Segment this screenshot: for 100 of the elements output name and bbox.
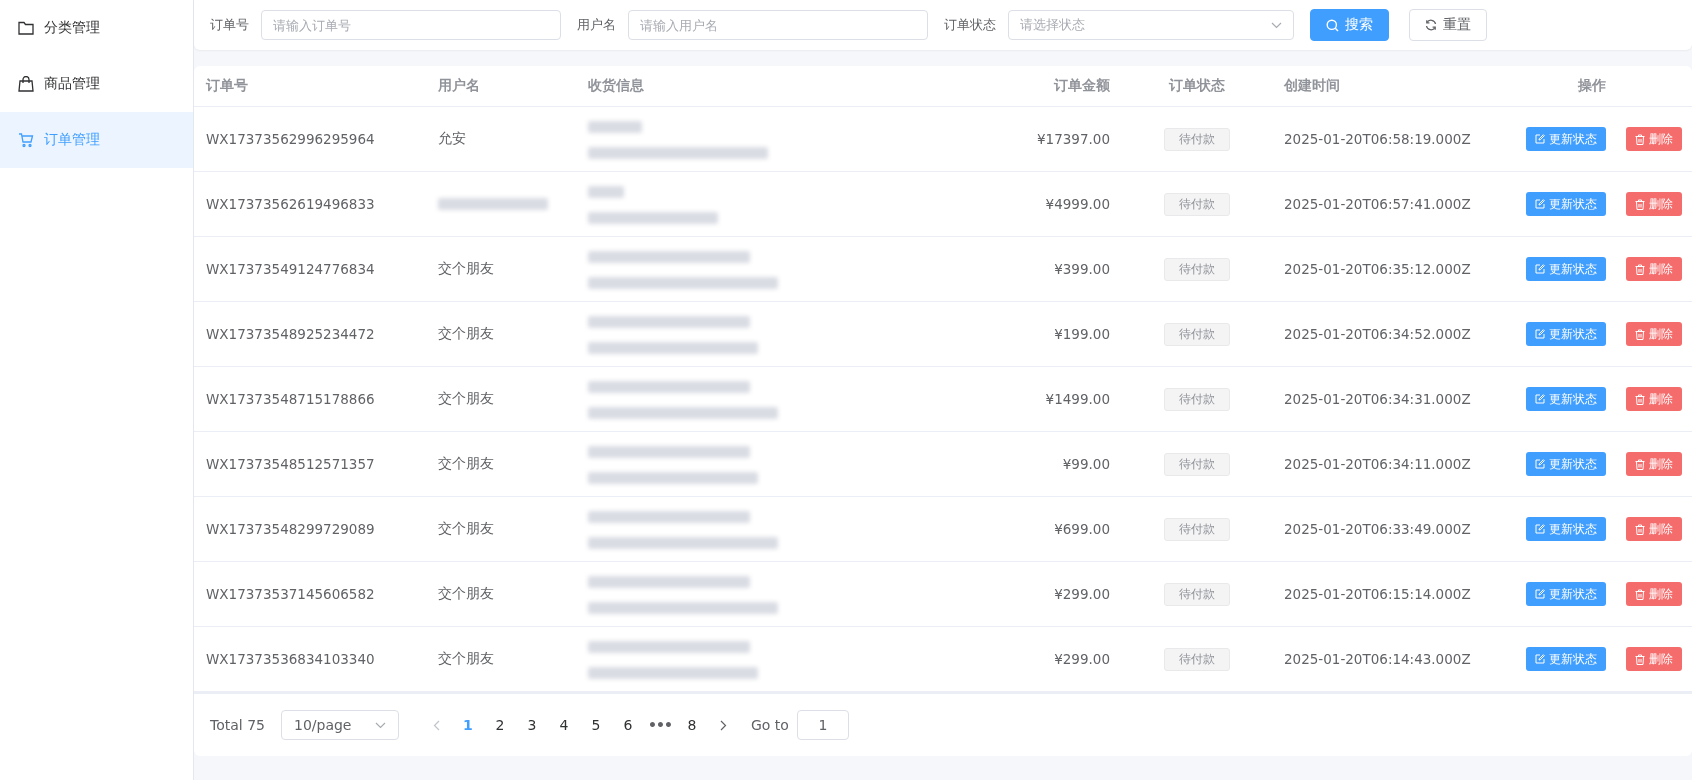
page-number[interactable]: 1 — [451, 717, 484, 733]
column-header: 订单状态 — [1167, 77, 1226, 95]
page-number[interactable]: 5 — [579, 717, 612, 733]
delete-button[interactable]: 删除 — [1626, 517, 1682, 541]
filter-label: 订单状态 — [944, 16, 996, 34]
trash-icon — [1635, 588, 1645, 600]
order-number: WX17373549124776834 — [205, 261, 376, 277]
order-amount: ¥4999.00 — [1044, 196, 1111, 212]
username: 交个朋友 — [438, 520, 494, 536]
more-pages[interactable]: ••• — [643, 717, 676, 733]
page-number[interactable]: 6 — [611, 717, 644, 733]
created-time: 2025-01-20T06:34:11.000Z — [1283, 456, 1472, 472]
search-icon — [1326, 18, 1339, 32]
update-status-button[interactable]: 更新状态 — [1526, 517, 1606, 541]
edit-icon — [1535, 654, 1545, 664]
page-number[interactable]: 8 — [675, 717, 708, 733]
reset-button[interactable]: 重置 — [1409, 9, 1487, 41]
update-status-button[interactable]: 更新状态 — [1526, 192, 1606, 216]
trash-icon — [1635, 393, 1645, 405]
status-tag: 待付款 — [1164, 127, 1230, 151]
delete-button[interactable]: 删除 — [1626, 452, 1682, 476]
update-status-button[interactable]: 更新状态 — [1526, 127, 1606, 151]
update-status-button[interactable]: 更新状态 — [1526, 647, 1606, 671]
column-header: 收货信息 — [587, 77, 645, 95]
edit-icon — [1535, 524, 1545, 534]
username: 交个朋友 — [438, 650, 494, 666]
order-number: WX17373562996295964 — [205, 131, 376, 147]
filter-label: 订单号 — [210, 16, 249, 34]
order-number: WX17373548299729089 — [205, 521, 376, 537]
status-select[interactable]: 请选择状态 — [1008, 10, 1294, 40]
order-amount: ¥699.00 — [1053, 521, 1111, 537]
update-status-button[interactable]: 更新状态 — [1526, 257, 1606, 281]
folder-icon — [18, 21, 34, 35]
order-number: WX17373537145606582 — [205, 586, 376, 602]
trash-icon — [1635, 133, 1645, 145]
trash-icon — [1635, 653, 1645, 665]
trash-icon — [1635, 458, 1645, 470]
order-amount: ¥99.00 — [1061, 456, 1111, 472]
delete-button[interactable]: 删除 — [1626, 647, 1682, 671]
column-header: 操作 — [1577, 77, 1607, 95]
edit-icon — [1535, 264, 1545, 274]
chevron-down-icon — [1271, 21, 1282, 29]
order-number: WX17373548715178866 — [205, 391, 376, 407]
total-count: Total 75 — [210, 717, 265, 733]
username: 交个朋友 — [438, 325, 494, 341]
status-tag: 待付款 — [1164, 192, 1230, 216]
created-time: 2025-01-20T06:14:43.000Z — [1283, 651, 1472, 667]
goto-label: Go to — [750, 717, 789, 733]
refresh-icon — [1425, 19, 1437, 31]
order-amount: ¥1499.00 — [1044, 391, 1111, 407]
order-amount: ¥399.00 — [1053, 261, 1111, 277]
created-time: 2025-01-20T06:35:12.000Z — [1283, 261, 1472, 277]
update-status-button[interactable]: 更新状态 — [1526, 322, 1606, 346]
edit-icon — [1535, 589, 1545, 599]
status-tag: 待付款 — [1164, 517, 1230, 541]
username: 允安 — [438, 130, 466, 146]
order-amount: ¥17397.00 — [1036, 131, 1111, 147]
username: 交个朋友 — [438, 260, 494, 276]
delete-button[interactable]: 删除 — [1626, 582, 1682, 606]
delete-button[interactable]: 删除 — [1626, 192, 1682, 216]
filter-input[interactable]: 请输入订单号 — [261, 10, 561, 40]
page-number[interactable]: 4 — [547, 717, 580, 733]
order-number: WX17373562619496833 — [205, 196, 376, 212]
username: 交个朋友 — [438, 585, 494, 601]
status-tag: 待付款 — [1164, 257, 1230, 281]
edit-icon — [1535, 329, 1545, 339]
edit-icon — [1535, 134, 1545, 144]
column-header: 创建时间 — [1283, 77, 1341, 95]
update-status-button[interactable]: 更新状态 — [1526, 387, 1606, 411]
sidebar-item[interactable]: 订单管理 — [0, 112, 193, 168]
delete-button[interactable]: 删除 — [1626, 322, 1682, 346]
delete-button[interactable]: 删除 — [1626, 387, 1682, 411]
status-tag: 待付款 — [1164, 322, 1230, 346]
filter-input[interactable]: 请输入用户名 — [628, 10, 928, 40]
created-time: 2025-01-20T06:57:41.000Z — [1283, 196, 1472, 212]
status-tag: 待付款 — [1164, 647, 1230, 671]
update-status-button[interactable]: 更新状态 — [1526, 452, 1606, 476]
order-amount: ¥299.00 — [1053, 586, 1111, 602]
search-button[interactable]: 搜索 — [1310, 9, 1389, 41]
page-number[interactable]: 3 — [515, 717, 548, 733]
delete-button[interactable]: 删除 — [1626, 127, 1682, 151]
status-tag: 待付款 — [1164, 387, 1230, 411]
column-header: 订单号 — [204, 77, 249, 95]
username: 交个朋友 — [438, 455, 494, 471]
edit-icon — [1535, 199, 1545, 209]
next-page-icon[interactable] — [719, 719, 727, 731]
edit-icon — [1535, 394, 1545, 404]
chevron-down-icon — [374, 721, 386, 729]
trash-icon — [1635, 523, 1645, 535]
page-number[interactable]: 2 — [483, 717, 516, 733]
update-status-button[interactable]: 更新状态 — [1526, 582, 1606, 606]
created-time: 2025-01-20T06:58:19.000Z — [1283, 131, 1472, 147]
order-number: WX17373548512571357 — [205, 456, 376, 472]
sidebar-item[interactable]: 分类管理 — [0, 0, 193, 56]
goto-input[interactable]: 1 — [796, 710, 849, 740]
page-size-select[interactable]: 10/page — [280, 710, 399, 740]
order-amount: ¥199.00 — [1053, 326, 1111, 342]
delete-button[interactable]: 删除 — [1626, 257, 1682, 281]
sidebar-item[interactable]: 商品管理 — [0, 56, 193, 112]
status-tag: 待付款 — [1164, 582, 1230, 606]
